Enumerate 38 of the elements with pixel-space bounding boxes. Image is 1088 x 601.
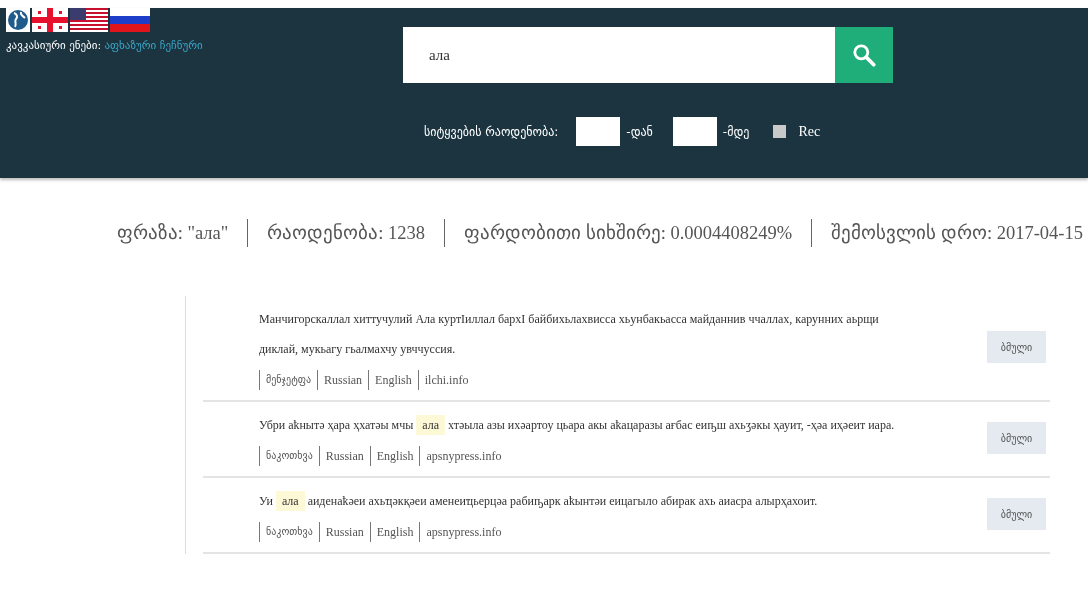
stat-text: შემოსვლის დრო: 2017-04-15: [831, 222, 1083, 244]
source-link[interactable]: ნაკოთხვა: [259, 522, 319, 542]
source-link[interactable]: English: [368, 370, 418, 390]
to-label: -მდე: [722, 124, 750, 139]
source-link[interactable]: მენჯეტფა: [259, 370, 318, 390]
languages-link[interactable]: აფხაზური ჩეჩნური: [104, 39, 203, 52]
rec-label: Rec: [798, 123, 821, 140]
globe-icon[interactable]: [6, 8, 30, 32]
rec-checkbox[interactable]: [773, 125, 787, 138]
source-link[interactable]: Russian: [318, 446, 370, 466]
source-link[interactable]: apsnypress.info: [419, 522, 508, 542]
source-link[interactable]: Russian: [317, 370, 369, 390]
languages-label: კავკასიური ენები:: [6, 39, 102, 52]
sentence-text: Убри аҟнытә ҳара ҳхатәы мчы ала хтәыла азы ихәартоу цьара акы аҟацаразы ағбас еиҧш ахьӡәкы ҳауит, -ҳәа иҳәеит иара.: [259, 410, 914, 440]
source-link[interactable]: ilchi.info: [417, 370, 475, 390]
to-field[interactable]: [672, 117, 717, 146]
sentence-text: Уи ала аиденаҟәеи ахьҵәкқәеи аменеиҵьерцәа рабиҧарк аҟынтәи еицагыло абирак ахь аиасра алырҳахоит.: [259, 486, 914, 516]
russian-flag-icon[interactable]: [110, 8, 150, 32]
link-button[interactable]: ბმული: [987, 498, 1046, 530]
stat-text: რაოდენობა: 1238: [267, 222, 426, 244]
sentence-text: Манчигорскаллал хиттучулий Ала куртIиллал бархI байбихьлахвисса хьунбакьасса майданнив ччаллах, карунних аьрщи диклай, мукьагу гьалмахчу увччуссия.: [259, 311, 880, 358]
link-button[interactable]: ბმული: [987, 422, 1046, 454]
link-button[interactable]: ბმული: [987, 331, 1046, 363]
word-count-label: სიტყვების რაოდენობა:: [424, 124, 559, 139]
search-icon: [851, 42, 877, 68]
source-link[interactable]: ნაკოთხვა: [259, 446, 319, 466]
stat-text: ფრაზა: "ала": [116, 222, 229, 244]
source-link[interactable]: English: [369, 446, 420, 466]
search-button[interactable]: [835, 27, 893, 83]
source-link[interactable]: English: [369, 522, 420, 542]
source-link[interactable]: Russian: [318, 522, 370, 542]
from-label: -დან: [626, 124, 653, 139]
from-field[interactable]: [576, 117, 621, 146]
search-field[interactable]: ала: [403, 27, 835, 83]
stat-text: ფარდობითი სიხშირე: 0.0004408249%: [464, 222, 793, 244]
source-link[interactable]: apsnypress.info: [419, 446, 508, 466]
us-flag-icon[interactable]: [70, 8, 108, 32]
georgian-flag-icon[interactable]: [32, 8, 68, 32]
